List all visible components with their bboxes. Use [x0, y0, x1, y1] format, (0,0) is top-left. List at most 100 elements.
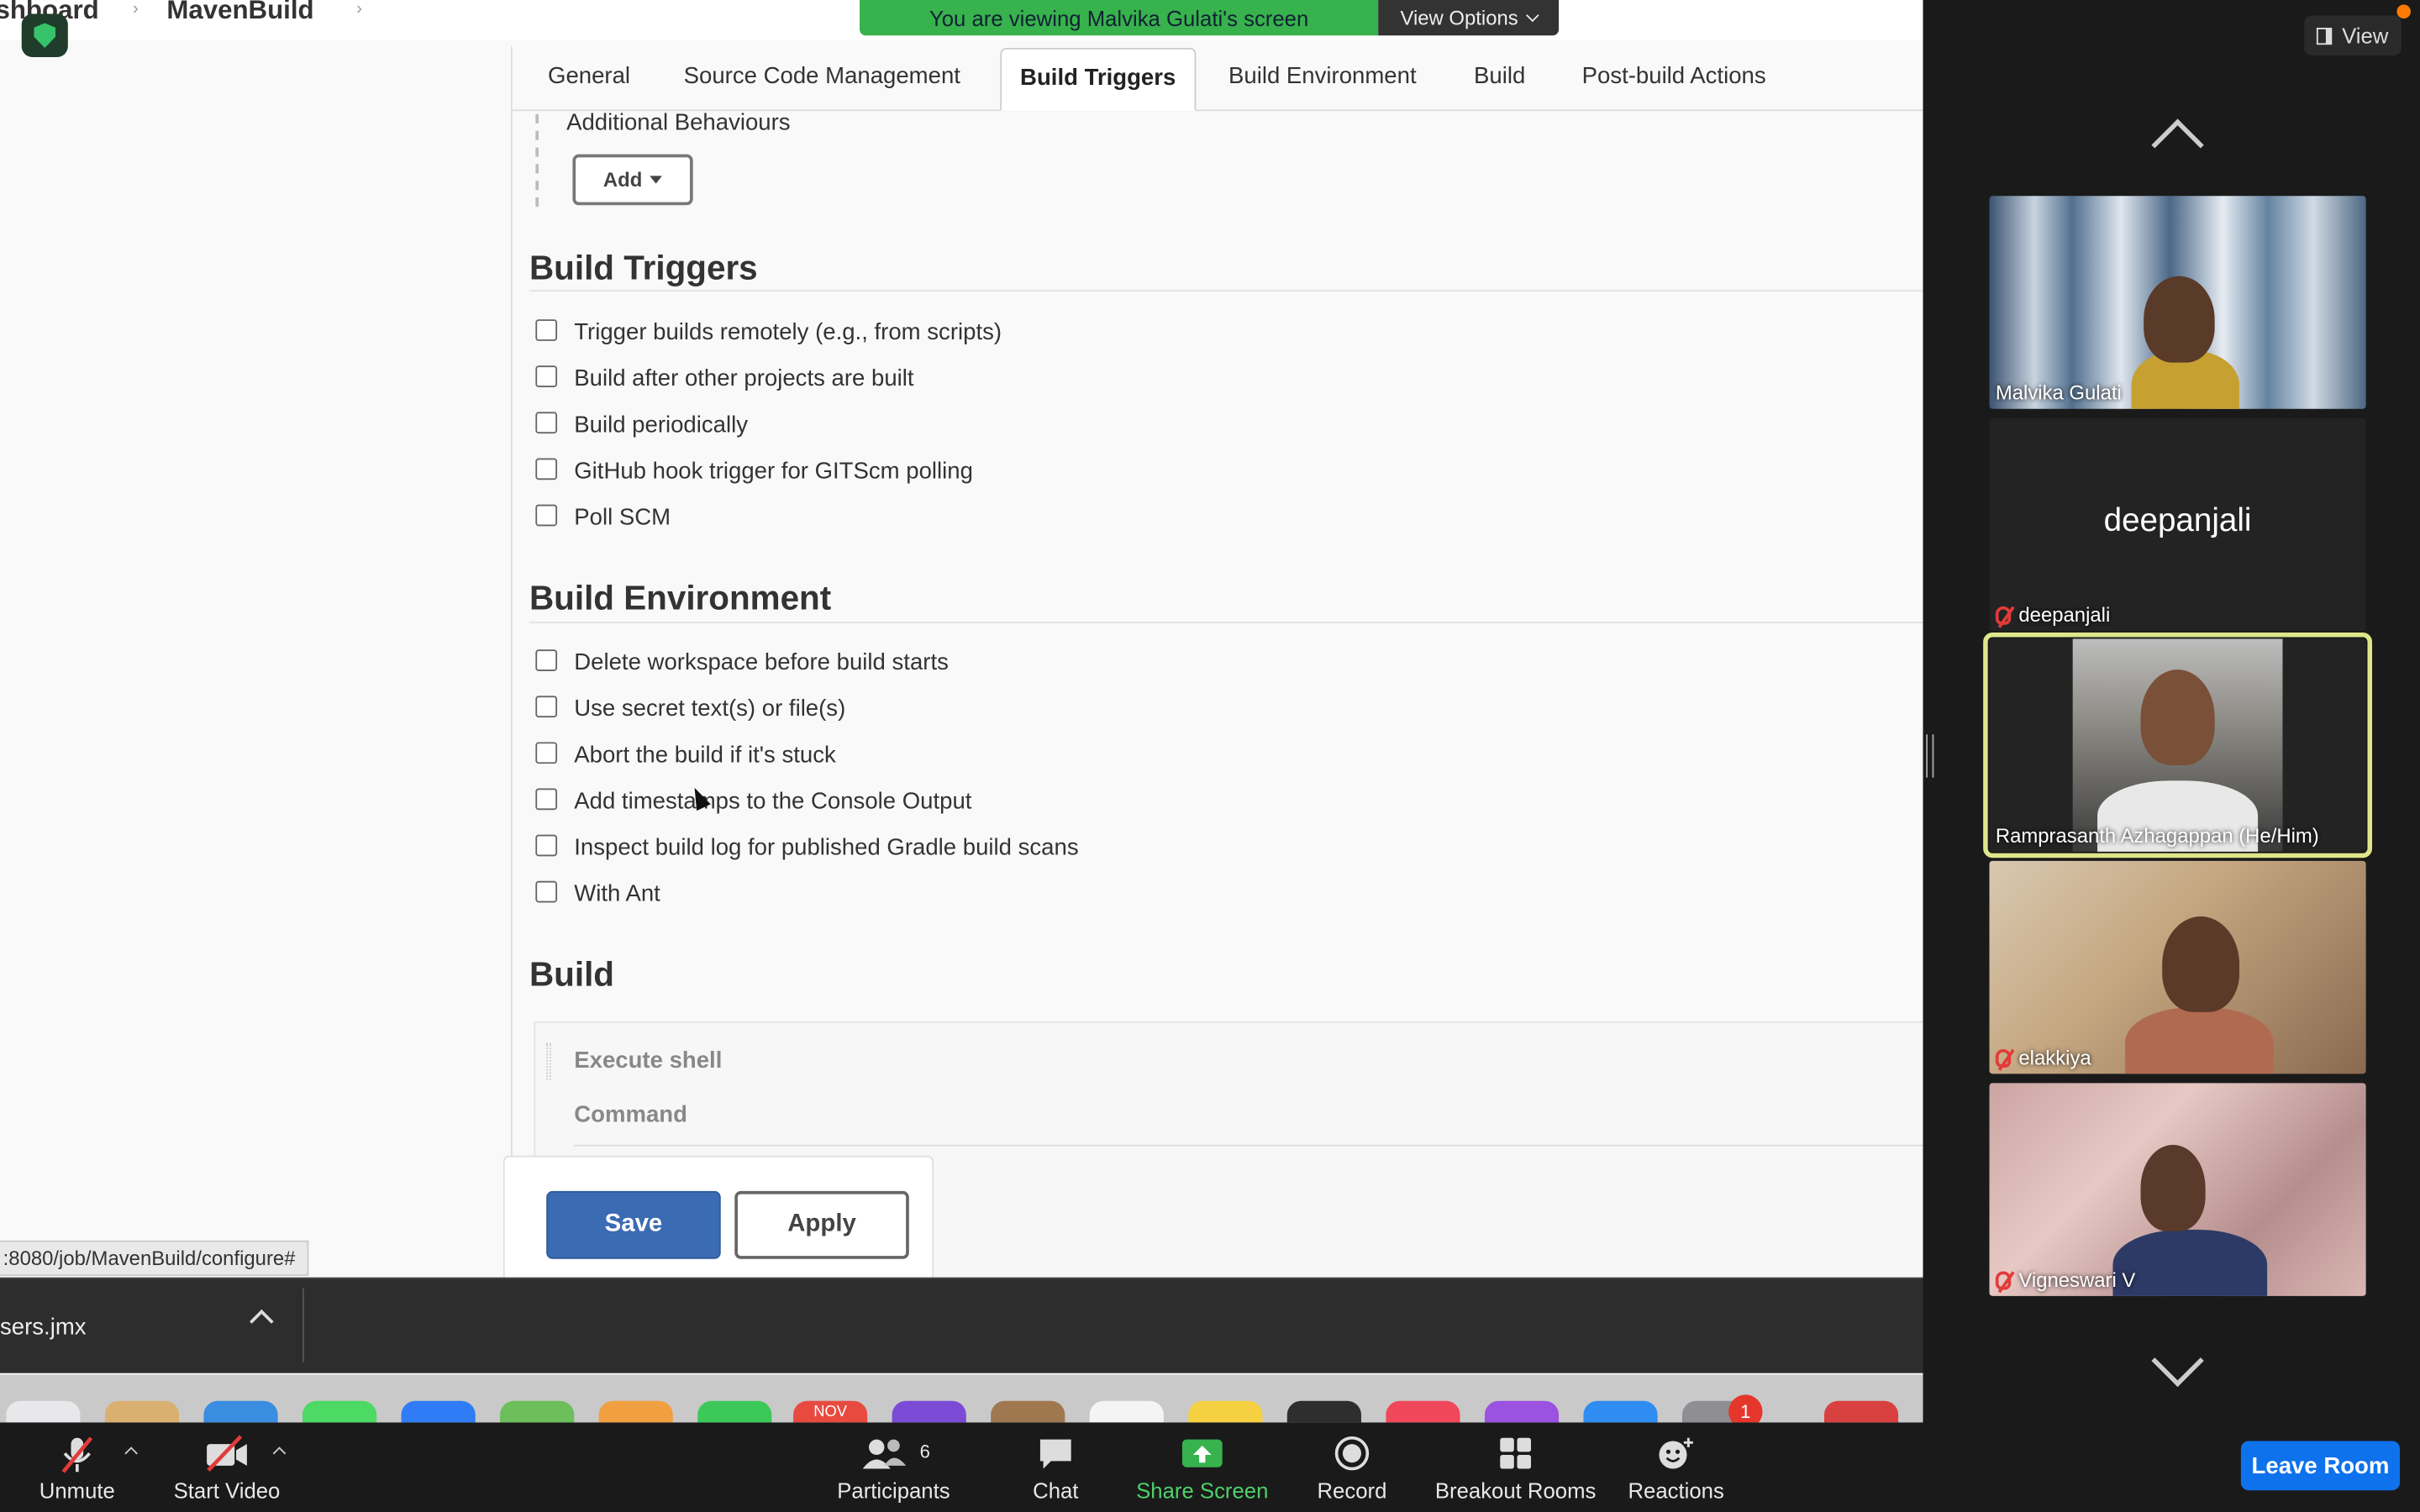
messages-icon[interactable]	[302, 1400, 377, 1423]
muted-mic-icon	[1995, 605, 2012, 624]
tab-general[interactable]: General	[548, 63, 630, 89]
video-tile-active-speaker[interactable]: Ramprasanth Azhagappan (He/Him)	[1983, 633, 2373, 858]
checkbox-gradle-scans[interactable]	[535, 834, 558, 857]
start-video-button[interactable]: Start Video	[164, 1422, 291, 1512]
tab-build-triggers[interactable]: Build Triggers	[1000, 47, 1197, 112]
checkbox-poll-scm[interactable]	[535, 504, 558, 527]
tab-post-build-actions[interactable]: Post-build Actions	[1582, 63, 1766, 89]
video-tile[interactable]: Malvika Gulati	[1989, 196, 2366, 409]
security-shield-icon[interactable]	[21, 13, 68, 57]
drag-handle[interactable]	[546, 1042, 551, 1080]
chat-label: Chat	[1033, 1478, 1079, 1503]
download-item[interactable]: sers.jmx	[0, 1315, 87, 1341]
maps-icon[interactable]	[500, 1400, 575, 1423]
divider	[302, 1288, 304, 1362]
divider	[529, 622, 1923, 624]
unmute-button[interactable]: Unmute	[22, 1422, 133, 1512]
checkbox-label: Build after other projects are built	[574, 365, 914, 392]
panel-resize-handle[interactable]	[1926, 734, 1934, 778]
video-tile[interactable]: elakkiya	[1989, 860, 2366, 1074]
leave-room-button[interactable]: Leave Room	[2240, 1441, 2401, 1491]
checkbox-delete-workspace[interactable]	[535, 649, 558, 671]
record-icon	[1334, 1436, 1370, 1471]
safari-icon[interactable]	[203, 1400, 278, 1423]
video-tile[interactable]: deepanjali deepanjali	[1989, 417, 2366, 632]
muted-mic-icon	[61, 1436, 93, 1473]
tab-build-environment[interactable]: Build Environment	[1228, 63, 1417, 89]
checkbox-label: Poll SCM	[574, 504, 671, 531]
chevron-up-icon[interactable]	[250, 1309, 274, 1334]
podcast-app-icon[interactable]	[1484, 1400, 1560, 1423]
view-label: View	[2342, 23, 2389, 48]
mail-icon[interactable]	[401, 1400, 476, 1423]
view-options-label: View Options	[1400, 6, 1518, 29]
command-textarea[interactable]	[574, 1144, 1923, 1147]
checkbox-label: Build periodically	[574, 412, 748, 438]
breadcrumb-separator: ›	[132, 0, 139, 19]
section-indent-line	[535, 113, 539, 207]
notification-dot	[2396, 4, 2411, 19]
video-tile[interactable]: Vigneswari V	[1989, 1083, 2366, 1296]
add-behaviour-button[interactable]: Add	[572, 154, 693, 206]
checkbox-github-hook[interactable]	[535, 458, 558, 480]
checkbox-with-ant[interactable]	[535, 880, 558, 903]
facetime-icon[interactable]	[697, 1400, 772, 1423]
video-off-icon	[207, 1435, 247, 1472]
record-button[interactable]: Record	[1309, 1422, 1396, 1512]
participant-video	[2140, 669, 2215, 766]
notes-icon[interactable]	[1188, 1400, 1263, 1423]
calendar-icon[interactable]: NOV	[793, 1400, 868, 1423]
chat-button[interactable]: Chat	[1013, 1422, 1099, 1512]
tab-build[interactable]: Build	[1474, 63, 1525, 89]
tv-icon[interactable]	[1286, 1400, 1361, 1423]
participant-count: 6	[919, 1441, 930, 1463]
mac-dock: NOV	[0, 1374, 1923, 1423]
photos-icon[interactable]	[598, 1400, 673, 1423]
view-options-button[interactable]: View Options	[1378, 0, 1560, 36]
breakout-rooms-button[interactable]: Breakout Rooms	[1432, 1422, 1598, 1512]
share-screen-label: Share Screen	[1136, 1478, 1269, 1503]
reactions-button[interactable]: Reactions	[1623, 1422, 1728, 1512]
meeting-controls: Unmute Start Video 6 Participants Chat S…	[0, 1422, 2420, 1512]
checkbox-label: Use secret text(s) or file(s)	[574, 696, 846, 722]
build-environment-heading: Build Environment	[529, 578, 832, 617]
app-store-icon[interactable]	[1583, 1400, 1658, 1423]
checkbox-label: Inspect build log for published Gradle b…	[574, 834, 1079, 861]
checkbox-label: Delete workspace before build starts	[574, 649, 949, 676]
view-button[interactable]: View	[2304, 15, 2402, 56]
checkbox-label: Add timestamps to the Console Output	[574, 788, 972, 815]
checkbox-trigger-remotely[interactable]	[535, 319, 558, 341]
divider	[529, 290, 1923, 292]
checkbox-build-periodically[interactable]	[535, 412, 558, 434]
status-url: :8080/job/MavenBuild/configure#	[0, 1240, 310, 1276]
participants-label: Participants	[837, 1478, 950, 1503]
music-icon[interactable]	[1386, 1400, 1460, 1423]
checkbox-secret-text[interactable]	[535, 696, 558, 718]
participant-video	[2144, 276, 2215, 363]
participants-icon	[862, 1439, 907, 1469]
tab-source-code-management[interactable]: Source Code Management	[684, 63, 960, 89]
share-screen-button[interactable]: Share Screen	[1133, 1422, 1271, 1512]
checkbox-add-timestamps[interactable]	[535, 788, 558, 811]
build-triggers-heading: Build Triggers	[529, 248, 758, 287]
participant-name: deepanjali	[1995, 603, 2110, 627]
checkbox-build-after-other[interactable]	[535, 365, 558, 388]
participants-button[interactable]: 6 Participants	[830, 1422, 957, 1512]
save-button[interactable]: Save	[546, 1190, 721, 1259]
build-heading: Build	[529, 954, 615, 994]
participant-name: Vigneswari V	[1995, 1268, 2135, 1291]
breadcrumb-job[interactable]: MavenBuild	[166, 0, 313, 26]
checkbox-abort-stuck[interactable]	[535, 742, 558, 764]
contacts-icon[interactable]	[991, 1400, 1065, 1423]
app-icon[interactable]	[1823, 1400, 1899, 1423]
launchpad-icon[interactable]	[104, 1400, 180, 1423]
record-label: Record	[1317, 1478, 1387, 1503]
reminders-icon[interactable]	[1089, 1400, 1164, 1423]
finder-icon[interactable]	[6, 1400, 81, 1423]
muted-mic-icon	[1995, 1270, 2012, 1289]
unmute-label: Unmute	[39, 1478, 115, 1503]
screen-share-banner: You are viewing Malvika Gulati's screen	[860, 0, 1379, 36]
breakout-rooms-label: Breakout Rooms	[1434, 1478, 1597, 1503]
podcasts-icon[interactable]	[892, 1400, 966, 1423]
apply-button[interactable]: Apply	[734, 1190, 909, 1259]
